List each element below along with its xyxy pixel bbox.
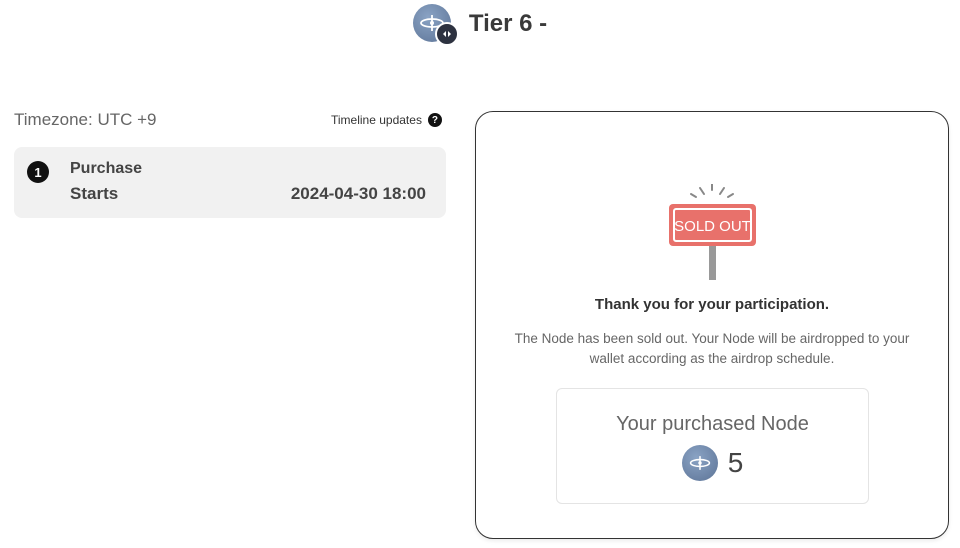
help-icon[interactable]: ? [427, 113, 442, 127]
sold-out-message: The Node has been sold out. Your Node wi… [514, 331, 910, 366]
purchased-node-title: Your purchased Node [616, 413, 809, 435]
thanks-heading: Thank you for your participation. [594, 296, 830, 313]
purchased-node-count: 5 [727, 447, 744, 478]
sold-out-panel: SOLD OUT Thank you for your participatio… [475, 111, 949, 539]
sold-out-sign-text: SOLD OUT [674, 218, 751, 235]
page: Tier 6 - Timezone: UTC +9 Timeline updat… [0, 0, 960, 548]
purchased-node-row: 5 [557, 445, 868, 481]
timeline-updates-label: Timeline updates [331, 113, 422, 127]
page-title: Tier 6 - [468, 10, 548, 37]
timezone-label: Timezone: UTC +9 [14, 110, 157, 129]
step-start-date: 2024-04-30 18:00 [290, 184, 426, 203]
chain-badge-icon [434, 22, 459, 46]
node-icon [681, 445, 718, 481]
step-starts-label: Starts [70, 184, 119, 203]
sold-out-sign-icon: SOLD OUT [666, 183, 762, 284]
page-header: Tier 6 - [0, 4, 960, 46]
purchased-node-box: Your purchased Node 5 [556, 388, 869, 504]
timeline-step-purchase: 1 Purchase Starts 2024-04-30 18:00 [14, 147, 446, 218]
step-number-badge: 1 [27, 161, 49, 183]
timeline-updates-link[interactable]: Timeline updates ? [331, 113, 442, 127]
tier-logo [412, 4, 459, 46]
step-label: Purchase [70, 160, 143, 177]
